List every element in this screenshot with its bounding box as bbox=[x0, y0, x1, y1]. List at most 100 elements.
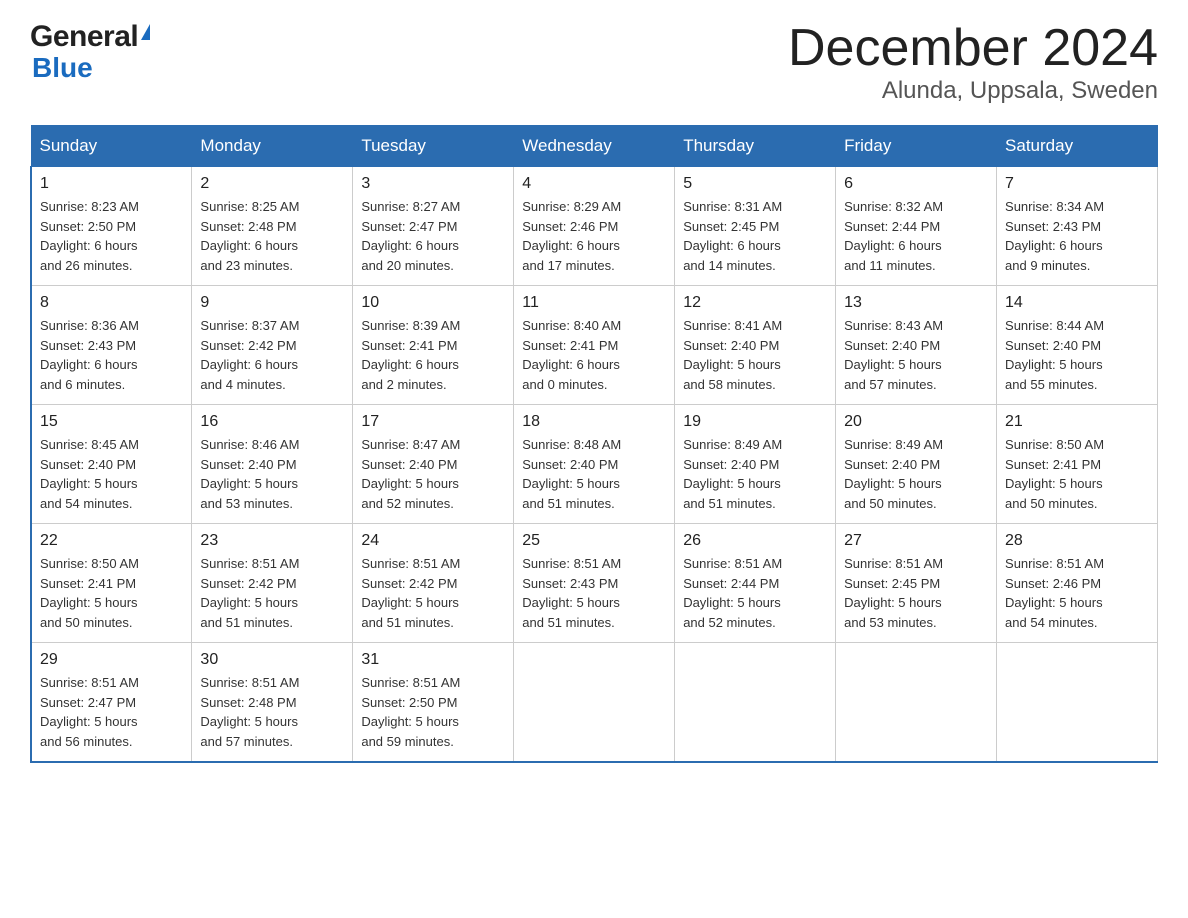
header-thursday: Thursday bbox=[675, 126, 836, 167]
day-info: Sunrise: 8:36 AMSunset: 2:43 PMDaylight:… bbox=[40, 318, 139, 392]
day-number: 25 bbox=[522, 532, 666, 550]
header-monday: Monday bbox=[192, 126, 353, 167]
day-info: Sunrise: 8:25 AMSunset: 2:48 PMDaylight:… bbox=[200, 199, 299, 273]
calendar-cell: 8 Sunrise: 8:36 AMSunset: 2:43 PMDayligh… bbox=[31, 286, 192, 405]
day-number: 17 bbox=[361, 413, 505, 431]
logo-blue-text: Blue bbox=[32, 54, 93, 82]
day-info: Sunrise: 8:49 AMSunset: 2:40 PMDaylight:… bbox=[683, 437, 782, 511]
day-info: Sunrise: 8:50 AMSunset: 2:41 PMDaylight:… bbox=[1005, 437, 1104, 511]
calendar-cell: 20 Sunrise: 8:49 AMSunset: 2:40 PMDaylig… bbox=[836, 405, 997, 524]
day-info: Sunrise: 8:34 AMSunset: 2:43 PMDaylight:… bbox=[1005, 199, 1104, 273]
day-number: 9 bbox=[200, 294, 344, 312]
week-row-1: 1 Sunrise: 8:23 AMSunset: 2:50 PMDayligh… bbox=[31, 167, 1158, 286]
calendar-cell: 10 Sunrise: 8:39 AMSunset: 2:41 PMDaylig… bbox=[353, 286, 514, 405]
calendar-cell: 21 Sunrise: 8:50 AMSunset: 2:41 PMDaylig… bbox=[997, 405, 1158, 524]
logo: General Blue bbox=[30, 20, 150, 82]
day-info: Sunrise: 8:47 AMSunset: 2:40 PMDaylight:… bbox=[361, 437, 460, 511]
day-info: Sunrise: 8:51 AMSunset: 2:47 PMDaylight:… bbox=[40, 675, 139, 749]
day-number: 10 bbox=[361, 294, 505, 312]
day-info: Sunrise: 8:51 AMSunset: 2:44 PMDaylight:… bbox=[683, 556, 782, 630]
day-number: 13 bbox=[844, 294, 988, 312]
day-info: Sunrise: 8:49 AMSunset: 2:40 PMDaylight:… bbox=[844, 437, 943, 511]
day-info: Sunrise: 8:51 AMSunset: 2:45 PMDaylight:… bbox=[844, 556, 943, 630]
calendar-cell: 24 Sunrise: 8:51 AMSunset: 2:42 PMDaylig… bbox=[353, 524, 514, 643]
day-info: Sunrise: 8:46 AMSunset: 2:40 PMDaylight:… bbox=[200, 437, 299, 511]
day-number: 16 bbox=[200, 413, 344, 431]
day-number: 2 bbox=[200, 175, 344, 193]
calendar-cell bbox=[997, 643, 1158, 763]
calendar-cell: 1 Sunrise: 8:23 AMSunset: 2:50 PMDayligh… bbox=[31, 167, 192, 286]
day-info: Sunrise: 8:51 AMSunset: 2:50 PMDaylight:… bbox=[361, 675, 460, 749]
day-number: 6 bbox=[844, 175, 988, 193]
week-row-5: 29 Sunrise: 8:51 AMSunset: 2:47 PMDaylig… bbox=[31, 643, 1158, 763]
calendar-cell: 13 Sunrise: 8:43 AMSunset: 2:40 PMDaylig… bbox=[836, 286, 997, 405]
day-number: 22 bbox=[40, 532, 183, 550]
day-info: Sunrise: 8:23 AMSunset: 2:50 PMDaylight:… bbox=[40, 199, 139, 273]
calendar-cell: 26 Sunrise: 8:51 AMSunset: 2:44 PMDaylig… bbox=[675, 524, 836, 643]
day-info: Sunrise: 8:29 AMSunset: 2:46 PMDaylight:… bbox=[522, 199, 621, 273]
day-number: 3 bbox=[361, 175, 505, 193]
day-number: 26 bbox=[683, 532, 827, 550]
weekday-header-row: Sunday Monday Tuesday Wednesday Thursday… bbox=[31, 126, 1158, 167]
logo-general-text: General bbox=[30, 20, 138, 54]
calendar-cell: 3 Sunrise: 8:27 AMSunset: 2:47 PMDayligh… bbox=[353, 167, 514, 286]
day-info: Sunrise: 8:43 AMSunset: 2:40 PMDaylight:… bbox=[844, 318, 943, 392]
calendar-cell: 28 Sunrise: 8:51 AMSunset: 2:46 PMDaylig… bbox=[997, 524, 1158, 643]
month-title: December 2024 bbox=[788, 20, 1158, 77]
week-row-4: 22 Sunrise: 8:50 AMSunset: 2:41 PMDaylig… bbox=[31, 524, 1158, 643]
day-info: Sunrise: 8:32 AMSunset: 2:44 PMDaylight:… bbox=[844, 199, 943, 273]
header-tuesday: Tuesday bbox=[353, 126, 514, 167]
calendar-cell: 29 Sunrise: 8:51 AMSunset: 2:47 PMDaylig… bbox=[31, 643, 192, 763]
calendar-cell: 15 Sunrise: 8:45 AMSunset: 2:40 PMDaylig… bbox=[31, 405, 192, 524]
day-info: Sunrise: 8:41 AMSunset: 2:40 PMDaylight:… bbox=[683, 318, 782, 392]
calendar-cell: 11 Sunrise: 8:40 AMSunset: 2:41 PMDaylig… bbox=[514, 286, 675, 405]
page-header: General Blue December 2024 Alunda, Uppsa… bbox=[30, 20, 1158, 105]
calendar-cell: 18 Sunrise: 8:48 AMSunset: 2:40 PMDaylig… bbox=[514, 405, 675, 524]
title-section: December 2024 Alunda, Uppsala, Sweden bbox=[788, 20, 1158, 105]
calendar-cell: 31 Sunrise: 8:51 AMSunset: 2:50 PMDaylig… bbox=[353, 643, 514, 763]
day-number: 7 bbox=[1005, 175, 1149, 193]
header-friday: Friday bbox=[836, 126, 997, 167]
day-info: Sunrise: 8:50 AMSunset: 2:41 PMDaylight:… bbox=[40, 556, 139, 630]
day-info: Sunrise: 8:27 AMSunset: 2:47 PMDaylight:… bbox=[361, 199, 460, 273]
calendar-cell: 17 Sunrise: 8:47 AMSunset: 2:40 PMDaylig… bbox=[353, 405, 514, 524]
calendar-cell: 9 Sunrise: 8:37 AMSunset: 2:42 PMDayligh… bbox=[192, 286, 353, 405]
calendar-cell: 4 Sunrise: 8:29 AMSunset: 2:46 PMDayligh… bbox=[514, 167, 675, 286]
week-row-2: 8 Sunrise: 8:36 AMSunset: 2:43 PMDayligh… bbox=[31, 286, 1158, 405]
calendar-cell: 22 Sunrise: 8:50 AMSunset: 2:41 PMDaylig… bbox=[31, 524, 192, 643]
day-info: Sunrise: 8:45 AMSunset: 2:40 PMDaylight:… bbox=[40, 437, 139, 511]
location-title: Alunda, Uppsala, Sweden bbox=[788, 77, 1158, 105]
calendar-cell: 25 Sunrise: 8:51 AMSunset: 2:43 PMDaylig… bbox=[514, 524, 675, 643]
day-info: Sunrise: 8:40 AMSunset: 2:41 PMDaylight:… bbox=[522, 318, 621, 392]
calendar-cell: 2 Sunrise: 8:25 AMSunset: 2:48 PMDayligh… bbox=[192, 167, 353, 286]
calendar-table: Sunday Monday Tuesday Wednesday Thursday… bbox=[30, 125, 1158, 763]
logo-triangle-icon bbox=[141, 24, 150, 40]
day-info: Sunrise: 8:37 AMSunset: 2:42 PMDaylight:… bbox=[200, 318, 299, 392]
day-number: 30 bbox=[200, 651, 344, 669]
day-info: Sunrise: 8:51 AMSunset: 2:42 PMDaylight:… bbox=[200, 556, 299, 630]
calendar-cell: 5 Sunrise: 8:31 AMSunset: 2:45 PMDayligh… bbox=[675, 167, 836, 286]
day-number: 11 bbox=[522, 294, 666, 312]
day-number: 29 bbox=[40, 651, 183, 669]
header-sunday: Sunday bbox=[31, 126, 192, 167]
calendar-cell: 14 Sunrise: 8:44 AMSunset: 2:40 PMDaylig… bbox=[997, 286, 1158, 405]
day-info: Sunrise: 8:39 AMSunset: 2:41 PMDaylight:… bbox=[361, 318, 460, 392]
day-number: 31 bbox=[361, 651, 505, 669]
day-info: Sunrise: 8:51 AMSunset: 2:42 PMDaylight:… bbox=[361, 556, 460, 630]
day-info: Sunrise: 8:48 AMSunset: 2:40 PMDaylight:… bbox=[522, 437, 621, 511]
day-number: 18 bbox=[522, 413, 666, 431]
calendar-cell: 30 Sunrise: 8:51 AMSunset: 2:48 PMDaylig… bbox=[192, 643, 353, 763]
day-number: 20 bbox=[844, 413, 988, 431]
day-number: 8 bbox=[40, 294, 183, 312]
calendar-cell: 27 Sunrise: 8:51 AMSunset: 2:45 PMDaylig… bbox=[836, 524, 997, 643]
day-number: 19 bbox=[683, 413, 827, 431]
day-info: Sunrise: 8:44 AMSunset: 2:40 PMDaylight:… bbox=[1005, 318, 1104, 392]
day-number: 1 bbox=[40, 175, 183, 193]
calendar-cell bbox=[514, 643, 675, 763]
day-info: Sunrise: 8:51 AMSunset: 2:46 PMDaylight:… bbox=[1005, 556, 1104, 630]
header-wednesday: Wednesday bbox=[514, 126, 675, 167]
day-number: 28 bbox=[1005, 532, 1149, 550]
day-number: 23 bbox=[200, 532, 344, 550]
calendar-cell bbox=[836, 643, 997, 763]
header-saturday: Saturday bbox=[997, 126, 1158, 167]
